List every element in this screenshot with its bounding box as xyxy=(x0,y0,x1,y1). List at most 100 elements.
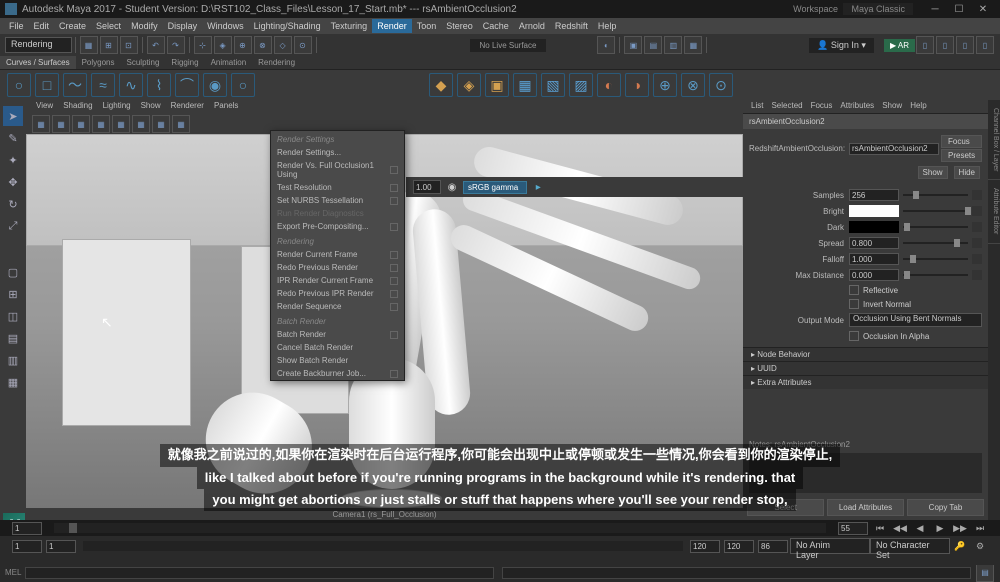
ae-name-input[interactable] xyxy=(849,143,939,155)
ae-menu-attrs[interactable]: Attributes xyxy=(836,100,878,113)
shelf-tab-sculpting[interactable]: Sculpting xyxy=(121,56,166,69)
tb-layout-4[interactable]: ▯ xyxy=(976,36,994,54)
tb-snap-2[interactable]: ◈ xyxy=(214,36,232,54)
samples-slider[interactable] xyxy=(903,190,968,200)
menu-select[interactable]: Select xyxy=(91,19,126,33)
tab-channelbox[interactable]: Channel Box / Layer xyxy=(988,100,1000,180)
ar-button[interactable]: ▶ AR xyxy=(884,39,915,52)
section-uuid[interactable]: UUID xyxy=(743,361,988,375)
vp-tb-4[interactable]: ▦ xyxy=(92,115,110,133)
play-prev-btn[interactable]: ◀◀ xyxy=(891,520,909,536)
shelf-curve3-icon[interactable]: ∿ xyxy=(119,73,143,97)
maxdist-input[interactable] xyxy=(849,269,899,281)
render-menu-test-res[interactable]: Test Resolution xyxy=(271,181,404,194)
vp-tb-7[interactable]: ▦ xyxy=(152,115,170,133)
render-menu-nurbs[interactable]: Set NURBS Tessellation xyxy=(271,194,404,207)
shelf-tool6-icon[interactable]: ▨ xyxy=(569,73,593,97)
menu-cache[interactable]: Cache xyxy=(478,19,514,33)
select-tool[interactable]: ➤ xyxy=(3,106,23,126)
tb-btn-1[interactable]: ▦ xyxy=(80,36,98,54)
maxdist-map-btn[interactable] xyxy=(972,270,982,280)
shelf-tool1-icon[interactable]: ◆ xyxy=(429,73,453,97)
tb-snap-5[interactable]: ◇ xyxy=(274,36,292,54)
vp-tb-8[interactable]: ▦ xyxy=(172,115,190,133)
time-track[interactable] xyxy=(54,523,826,533)
range-slider[interactable] xyxy=(83,541,683,551)
move-tool[interactable]: ✥ xyxy=(3,172,23,192)
play-end-btn[interactable]: ⏭ xyxy=(971,520,989,536)
render-menu-current[interactable]: Render Current Frame xyxy=(271,248,404,261)
tb-render-2[interactable]: ▤ xyxy=(644,36,662,54)
menu-display[interactable]: Display xyxy=(163,19,203,33)
ae-menu-show[interactable]: Show xyxy=(878,100,906,113)
shelf-tool11-icon[interactable]: ⊙ xyxy=(709,73,733,97)
render-menu-backburner[interactable]: Create Backburner Job... xyxy=(271,367,404,380)
range-start[interactable] xyxy=(12,540,42,553)
shelf-tool7-icon[interactable]: ◐ xyxy=(597,73,621,97)
range-end2[interactable] xyxy=(724,540,754,553)
tb-layout-1[interactable]: ▯ xyxy=(916,36,934,54)
range-start2[interactable] xyxy=(46,540,76,553)
layout-outliner[interactable]: ▤ xyxy=(3,328,23,348)
ae-menu-list[interactable]: List xyxy=(747,100,767,113)
shelf-circle-icon[interactable]: ○ xyxy=(7,73,31,97)
ae-hide-btn[interactable]: Hide xyxy=(954,166,980,179)
gamma-dropdown[interactable]: sRGB gamma xyxy=(463,181,527,194)
vp-tb-3[interactable]: ▦ xyxy=(72,115,90,133)
tb-snap-6[interactable]: ⊙ xyxy=(294,36,312,54)
ae-menu-focus[interactable]: Focus xyxy=(807,100,837,113)
tb-render-1[interactable]: ▣ xyxy=(624,36,642,54)
falloff-slider[interactable] xyxy=(903,254,968,264)
menu-toon[interactable]: Toon xyxy=(412,19,442,33)
settings-btn[interactable]: ⚙ xyxy=(971,538,989,554)
menu-help[interactable]: Help xyxy=(593,19,622,33)
shelf-spiral-icon[interactable]: ◉ xyxy=(203,73,227,97)
shelf-tab-polygons[interactable]: Polygons xyxy=(76,56,121,69)
tb-snap-3[interactable]: ⊕ xyxy=(234,36,252,54)
menu-file[interactable]: File xyxy=(4,19,29,33)
signin-button[interactable]: 👤 Sign In ▾ xyxy=(809,38,874,53)
shelf-tool5-icon[interactable]: ▧ xyxy=(541,73,565,97)
layout-four[interactable]: ⊞ xyxy=(3,284,23,304)
occ-alpha-checkbox[interactable] xyxy=(849,331,859,341)
scale-tool[interactable]: ⤢ xyxy=(3,216,23,236)
close-button[interactable]: ✕ xyxy=(971,1,995,17)
render-menu-ipr[interactable]: IPR Render Current Frame xyxy=(271,274,404,287)
ae-menu-selected[interactable]: Selected xyxy=(767,100,806,113)
dark-swatch[interactable] xyxy=(849,221,899,233)
menu-arnold[interactable]: Arnold xyxy=(514,19,550,33)
section-extra[interactable]: Extra Attributes xyxy=(743,375,988,389)
dark-map-btn[interactable] xyxy=(972,222,982,232)
anim-layer-dropdown[interactable]: No Anim Layer xyxy=(790,538,870,554)
menu-texturing[interactable]: Texturing xyxy=(326,19,373,33)
shelf-curve4-icon[interactable]: ⌇ xyxy=(147,73,171,97)
vp-menu-lighting[interactable]: Lighting xyxy=(98,100,136,114)
play-start-btn[interactable]: ⏮ xyxy=(871,520,889,536)
menu-lighting[interactable]: Lighting/Shading xyxy=(249,19,326,33)
menu-redshift[interactable]: Redshift xyxy=(550,19,593,33)
command-input[interactable] xyxy=(25,567,494,579)
char-set-dropdown[interactable]: No Character Set xyxy=(870,538,950,554)
render-menu-export[interactable]: Export Pre-Compositing... xyxy=(271,220,404,233)
ae-copy-btn[interactable]: Copy Tab xyxy=(907,499,984,516)
tab-attributeeditor[interactable]: Attribute Editor xyxy=(988,180,1000,243)
layout-persp[interactable]: ◫ xyxy=(3,306,23,326)
tb-layout-3[interactable]: ▯ xyxy=(956,36,974,54)
outputmode-dropdown[interactable]: Occlusion Using Bent Normals xyxy=(849,313,982,327)
ae-load-btn[interactable]: Load Attributes xyxy=(827,499,904,516)
render-menu-render-using[interactable]: Render Vs. Full Occlusion1 Using xyxy=(271,159,404,181)
layout-graph[interactable]: ▥ xyxy=(3,350,23,370)
workspace-selector[interactable]: Maya Classic xyxy=(843,3,913,15)
tb-btn-4[interactable]: ↶ xyxy=(147,36,165,54)
render-menu-settings[interactable]: Render Settings... xyxy=(271,146,404,159)
reflective-checkbox[interactable] xyxy=(849,285,859,295)
vp-tb-2[interactable]: ▦ xyxy=(52,115,70,133)
menu-create[interactable]: Create xyxy=(54,19,91,33)
shelf-tab-rigging[interactable]: Rigging xyxy=(165,56,204,69)
samples-input[interactable] xyxy=(849,189,899,201)
key-btn[interactable]: 🔑 xyxy=(951,538,969,554)
tb-snap-1[interactable]: ⊹ xyxy=(194,36,212,54)
ae-show-btn[interactable]: Show xyxy=(918,166,948,179)
tb-snap-4[interactable]: ⊗ xyxy=(254,36,272,54)
maxdist-slider[interactable] xyxy=(903,270,968,280)
